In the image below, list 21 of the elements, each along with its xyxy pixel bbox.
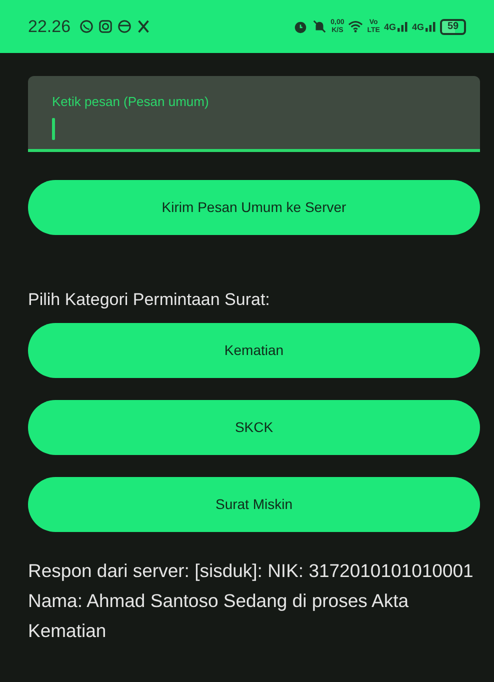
chat-bubble-icon: [78, 19, 94, 34]
clock-time: 22.26: [28, 16, 71, 38]
muted-bell-icon: [312, 19, 327, 34]
category-heading: Pilih Kategori Permintaan Surat:: [28, 289, 271, 311]
battery-percent: 59: [447, 20, 459, 32]
wifi-icon: [348, 19, 364, 34]
category-button[interactable]: SKCK: [28, 400, 480, 454]
cross-icon: [136, 19, 151, 34]
message-input-field[interactable]: Ketik pesan (Pesan umum): [28, 76, 480, 152]
signal-icon: [424, 19, 436, 34]
alarm-clock-icon: [292, 19, 308, 34]
camera-icon: [98, 19, 113, 34]
send-button[interactable]: Kirim Pesan Umum ke Server: [28, 180, 480, 235]
category-button[interactable]: Kematian: [28, 322, 480, 378]
field-label: Ketik pesan (Pesan umum): [52, 93, 210, 111]
category-button[interactable]: Surat Miskin: [28, 476, 480, 532]
network-type: 4G: [384, 20, 396, 34]
signal-icon: [396, 19, 408, 34]
text-cursor: [52, 118, 55, 140]
network-type: 4G: [412, 20, 424, 34]
server-response: Respon dari server: [sisduk]: NIK: 3172010101010001 Nama: Ahmad Santoso Sedang di proses Akta Kematian: [28, 558, 474, 642]
